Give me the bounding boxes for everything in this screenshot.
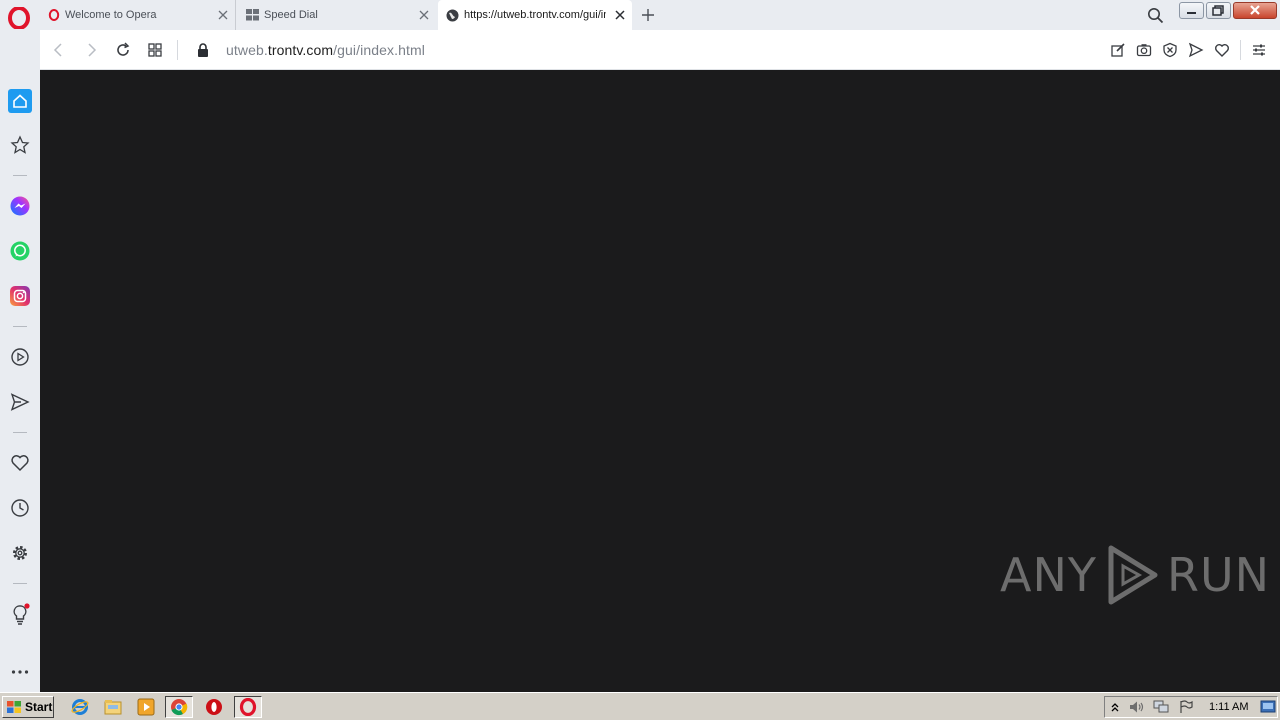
media-icon	[137, 698, 155, 716]
home-icon[interactable]	[8, 89, 32, 113]
taskbar-ie[interactable]	[66, 696, 94, 718]
search-icon[interactable]	[1147, 7, 1164, 24]
window-close-button[interactable]	[1233, 2, 1277, 19]
easy-setup-icon[interactable]	[1251, 42, 1267, 58]
edit-icon[interactable]	[1110, 42, 1126, 58]
camera-icon[interactable]	[1136, 42, 1152, 58]
player-icon[interactable]	[10, 347, 30, 367]
anyrun-watermark: ANY RUN	[1000, 540, 1270, 610]
tab-strip: Welcome to Opera Speed Dial https://utwe…	[0, 0, 1280, 30]
tab-utweb[interactable]: https://utweb.trontv.com/gui/index.html	[438, 0, 632, 30]
sidebar-separator	[13, 583, 27, 584]
instagram-icon[interactable]	[10, 286, 30, 306]
lock-icon[interactable]	[195, 42, 211, 58]
taskbar-media[interactable]	[132, 696, 160, 718]
explorer-icon	[104, 700, 122, 715]
tab-welcome[interactable]: Welcome to Opera	[40, 0, 236, 30]
back-icon[interactable]	[51, 42, 67, 58]
network-icon[interactable]	[1153, 700, 1169, 714]
url-prefix: utweb.	[226, 42, 268, 58]
reload-icon[interactable]	[115, 42, 131, 58]
opera-red-icon	[206, 699, 222, 715]
close-icon	[1250, 5, 1260, 15]
bookmarks-icon[interactable]	[10, 135, 30, 155]
start-label: Start	[25, 700, 53, 714]
taskbar-explorer[interactable]	[99, 696, 127, 718]
minimize-icon	[1187, 12, 1196, 14]
tab-title: Welcome to Opera	[65, 9, 157, 21]
taskbar-opera-red[interactable]	[200, 696, 228, 718]
opera-icon	[239, 698, 257, 716]
url-path: /gui/index.html	[333, 42, 425, 58]
close-icon[interactable]	[614, 9, 626, 21]
opera-menu-icon[interactable]	[8, 7, 30, 29]
sidebar-separator	[13, 432, 27, 433]
forward-icon[interactable]	[83, 42, 99, 58]
volume-icon[interactable]	[1129, 700, 1145, 714]
show-desktop-icon[interactable]	[1260, 700, 1276, 714]
heart-icon[interactable]	[1214, 42, 1230, 58]
heart-icon[interactable]	[10, 453, 30, 473]
sidebar-separator	[13, 326, 27, 327]
whatsapp-icon[interactable]	[10, 241, 30, 261]
tips-icon[interactable]	[10, 602, 32, 626]
tab-title: Speed Dial	[264, 9, 318, 21]
divider	[1240, 40, 1241, 60]
divider	[177, 40, 178, 60]
minimize-button[interactable]	[1179, 2, 1204, 19]
address-bar: utweb.trontv.com/gui/index.html	[40, 30, 1280, 70]
watermark-text-right: RUN	[1166, 548, 1271, 602]
restore-button[interactable]	[1206, 2, 1231, 19]
close-icon[interactable]	[418, 9, 430, 21]
play-logo-icon	[1108, 545, 1158, 605]
windows-logo-icon	[7, 701, 21, 713]
opera-icon	[48, 9, 60, 21]
restore-icon	[1212, 5, 1224, 16]
start-button[interactable]: Start	[2, 696, 54, 718]
chrome-icon	[171, 699, 188, 716]
history-icon[interactable]	[10, 498, 30, 518]
tab-speed-dial[interactable]: Speed Dial	[238, 0, 436, 30]
close-icon[interactable]	[217, 9, 229, 21]
send-icon[interactable]	[10, 392, 30, 412]
url-field[interactable]: utweb.trontv.com/gui/index.html	[226, 42, 425, 58]
url-host: trontv.com	[267, 42, 334, 58]
tab-title: https://utweb.trontv.com/gui/index.html	[464, 9, 606, 21]
system-tray: 1:11 AM	[1104, 696, 1278, 718]
messenger-icon[interactable]	[10, 196, 30, 216]
watermark-text-left: ANY	[1000, 548, 1097, 602]
taskbar-opera[interactable]	[234, 696, 262, 718]
settings-icon[interactable]	[10, 543, 30, 563]
taskbar: Start 1:11 AM	[0, 692, 1280, 720]
taskbar-chrome[interactable]	[165, 696, 193, 718]
more-icon[interactable]	[10, 662, 30, 682]
speed-dial-icon	[246, 9, 259, 21]
clock[interactable]: 1:11 AM	[1209, 701, 1249, 713]
tab-overview-icon[interactable]	[147, 42, 163, 58]
sidebar	[0, 30, 40, 692]
new-tab-icon[interactable]	[640, 7, 656, 23]
show-hidden-icons-icon[interactable]	[1110, 700, 1120, 714]
send-icon[interactable]	[1188, 42, 1204, 58]
globe-icon	[446, 9, 459, 21]
action-center-flag-icon[interactable]	[1179, 700, 1193, 714]
ie-icon	[71, 699, 89, 715]
adblock-icon[interactable]	[1162, 42, 1178, 58]
sidebar-separator	[13, 175, 27, 176]
